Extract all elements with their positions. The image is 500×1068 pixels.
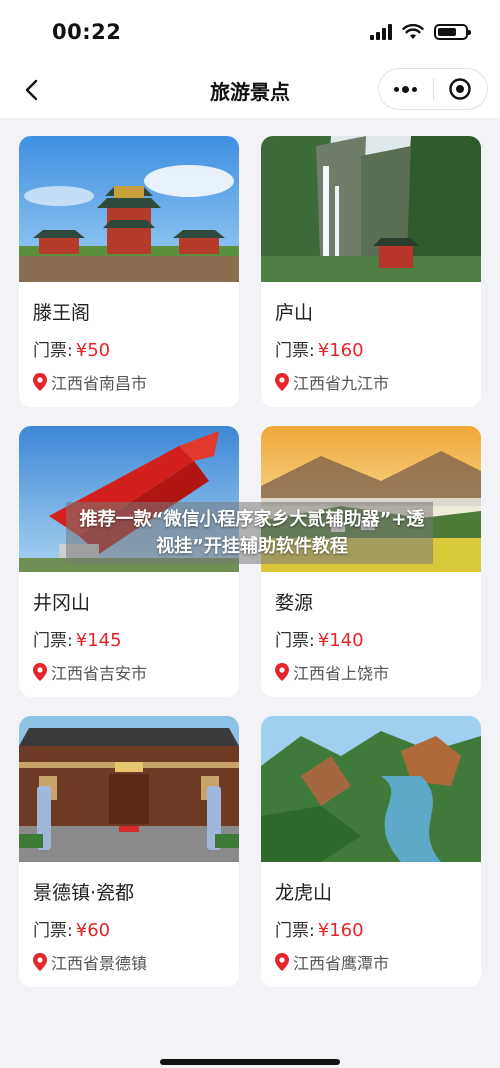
ticket-price: ¥60: [76, 920, 110, 941]
ticket-label: 门票:: [33, 341, 73, 361]
attraction-card[interactable]: 龙虎山 门票: ¥160 江西省鹰潭市: [261, 716, 481, 987]
target-circle-icon: [449, 78, 471, 100]
mini-program-capsule: [378, 68, 488, 110]
battery-level: [438, 28, 457, 36]
ticket-label: 门票:: [33, 631, 73, 651]
location-text: 江西省景德镇: [51, 954, 148, 973]
attraction-card[interactable]: 景德镇·瓷都 门票: ¥60 江西省景德镇: [19, 716, 239, 987]
wifi-icon: [402, 24, 424, 39]
ticket-label: 门票:: [275, 341, 315, 361]
ticket-price-row: 门票: ¥160: [275, 916, 364, 941]
status-icons: [370, 24, 471, 40]
ticket-price: ¥50: [76, 340, 110, 361]
status-bar: 00:22: [0, 0, 500, 62]
location-row: 江西省上饶市: [275, 660, 389, 684]
location-pin-icon: [275, 373, 289, 391]
price-value: 140: [329, 630, 364, 651]
location-text: 江西省南昌市: [51, 374, 148, 393]
ticket-label: 门票:: [275, 921, 315, 941]
ticket-price: ¥160: [318, 920, 364, 941]
ticket-price: ¥145: [76, 630, 122, 651]
attraction-photo-pavilion: [19, 136, 239, 282]
currency-symbol: ¥: [317, 340, 330, 361]
attraction-name: 庐山: [275, 302, 314, 324]
app-root: 00:22 旅游景点 滕王阁 门票: ¥50 江西省南昌市 庐山 门票: ¥16…: [0, 0, 500, 1068]
location-row: 江西省景德镇: [33, 950, 147, 974]
location-text: 江西省九江市: [293, 374, 390, 393]
ticket-price-row: 门票: ¥50: [33, 336, 110, 361]
location-pin-icon: [33, 953, 47, 971]
attraction-name: 滕王阁: [33, 302, 91, 324]
overlay-banner-text: 推荐一款“微信小程序家乡大贰辅助器”+透视挂”开挂辅助软件教程: [79, 509, 425, 557]
more-button[interactable]: [379, 69, 433, 109]
ticket-price-row: 门票: ¥60: [33, 916, 110, 941]
location-row: 江西省南昌市: [33, 370, 147, 394]
ticket-price: ¥140: [318, 630, 364, 651]
attraction-name: 婺源: [275, 592, 314, 614]
home-indicator: [160, 1059, 340, 1065]
location-text: 江西省吉安市: [51, 664, 148, 683]
location-row: 江西省鹰潭市: [275, 950, 389, 974]
currency-symbol: ¥: [317, 920, 330, 941]
more-dots-icon: [394, 85, 418, 93]
currency-symbol: ¥: [75, 340, 88, 361]
currency-symbol: ¥: [75, 630, 88, 651]
attraction-card[interactable]: 滕王阁 门票: ¥50 江西省南昌市: [19, 136, 239, 407]
attraction-card[interactable]: 庐山 门票: ¥160 江西省九江市: [261, 136, 481, 407]
attraction-photo-river-peaks: [261, 716, 481, 862]
location-row: 江西省九江市: [275, 370, 389, 394]
price-value: 145: [87, 630, 122, 651]
ticket-label: 门票:: [33, 921, 73, 941]
cellular-signal-icon: [370, 24, 392, 40]
ticket-price-row: 门票: ¥145: [33, 626, 122, 651]
ticket-price-row: 门票: ¥140: [275, 626, 364, 651]
currency-symbol: ¥: [317, 630, 330, 651]
status-time: 00:22: [52, 20, 122, 44]
close-mini-program-button[interactable]: [434, 69, 488, 109]
location-text: 江西省上饶市: [293, 664, 390, 683]
ticket-price: ¥160: [318, 340, 364, 361]
location-pin-icon: [275, 953, 289, 971]
nav-bar: 旅游景点: [0, 62, 500, 118]
ticket-label: 门票:: [275, 631, 315, 651]
attraction-photo-porcelain-hall: [19, 716, 239, 862]
attraction-name: 井冈山: [33, 592, 91, 614]
price-value: 60: [87, 920, 111, 941]
location-row: 江西省吉安市: [33, 660, 147, 684]
price-value: 160: [329, 340, 364, 361]
price-value: 160: [329, 920, 364, 941]
currency-symbol: ¥: [75, 920, 88, 941]
attraction-photo-waterfall: [261, 136, 481, 282]
location-pin-icon: [33, 373, 47, 391]
price-value: 50: [87, 340, 111, 361]
ticket-price-row: 门票: ¥160: [275, 336, 364, 361]
location-pin-icon: [275, 663, 289, 681]
location-pin-icon: [33, 663, 47, 681]
location-text: 江西省鹰潭市: [293, 954, 390, 973]
attraction-name: 景德镇·瓷都: [33, 882, 135, 904]
attraction-name: 龙虎山: [275, 882, 333, 904]
battery-icon: [434, 24, 471, 40]
